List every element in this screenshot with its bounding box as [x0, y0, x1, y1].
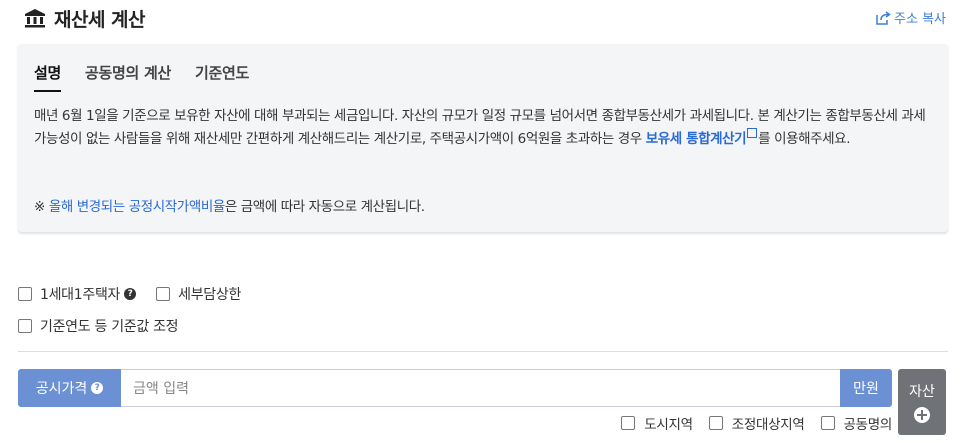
price-label-text: 공시가격 — [35, 381, 88, 397]
info-panel: 설명 공동명의 계산 기준연도 매년 6월 1일을 기준으로 보유한 자산에 대… — [18, 44, 948, 233]
copy-address-label: 주소 복사 — [894, 12, 946, 27]
note-text: ※ 올해 변경되는 공정시작가액비율은 금액에 따라 자동으로 계산됩니다. — [34, 195, 425, 215]
header: 재산세 계산 — [24, 4, 146, 32]
note-suffix: 은 금액에 따라 자동으로 계산됩니다. — [224, 199, 425, 215]
copy-address-link[interactable]: 주소 복사 — [875, 8, 946, 27]
tax-burden-cap-label: 세부담상한 — [178, 287, 242, 303]
checkbox-box[interactable] — [621, 416, 636, 430]
help-icon[interactable]: ? — [124, 288, 137, 300]
one-house-label: 1세대1주택자 — [40, 287, 121, 303]
joint-ownership-label: 공동명의 — [843, 417, 893, 433]
checkbox-box[interactable] — [708, 416, 723, 430]
urban-area-checkbox[interactable]: 도시지역 — [621, 413, 693, 433]
checkbox-box[interactable] — [18, 319, 32, 333]
page-title: 재산세 계산 — [54, 8, 146, 31]
fair-market-ratio-link[interactable]: 올해 변경되는 공정시작가액비율 — [49, 199, 225, 215]
holding-tax-calculator-label: 보유세 통합계산기 — [645, 131, 747, 147]
add-asset-button[interactable]: 자산 — [898, 369, 946, 435]
info-tabs: 설명 공동명의 계산 기준연도 — [34, 62, 273, 92]
note-prefix: ※ — [34, 199, 49, 215]
checkbox-box[interactable] — [820, 416, 835, 430]
options-row: 1세대1주택자 ? 세부담상한 — [18, 284, 261, 304]
description-part2: 를 이용해주세요. — [758, 131, 851, 147]
asset-options-row: 도시지역 조정대상지역 공동명의 — [605, 413, 892, 433]
external-link-icon — [747, 128, 758, 138]
share-icon — [876, 10, 891, 25]
tab-joint-ownership[interactable]: 공동명의 계산 — [85, 62, 171, 92]
base-year-adjust-label: 기준연도 등 기준값 조정 — [40, 319, 179, 335]
checkbox-box[interactable] — [156, 287, 171, 301]
urban-area-label: 도시지역 — [644, 417, 693, 433]
regulated-area-label: 조정대상지역 — [731, 417, 805, 433]
options-row-2: 기준연도 등 기준값 조정 — [18, 316, 179, 336]
base-year-adjust-checkbox[interactable]: 기준연도 등 기준값 조정 — [18, 316, 179, 336]
tax-burden-cap-checkbox[interactable]: 세부담상한 — [156, 284, 241, 304]
bank-icon — [25, 9, 45, 28]
description-text: 매년 6월 1일을 기준으로 보유한 자산에 대해 부과되는 세금입니다. 자산… — [34, 105, 934, 151]
add-asset-label: 자산 — [909, 384, 935, 400]
price-input[interactable]: 금액 입력 — [121, 369, 840, 407]
joint-ownership-checkbox[interactable]: 공동명의 — [820, 413, 893, 433]
help-icon[interactable]: ? — [91, 382, 104, 394]
price-label: 공시가격 ? — [18, 369, 121, 407]
plus-circle-icon — [914, 407, 930, 423]
checkbox-box[interactable] — [18, 287, 32, 301]
one-house-checkbox[interactable]: 1세대1주택자 ? — [18, 284, 137, 304]
holding-tax-calculator-link[interactable]: 보유세 통합계산기 — [645, 128, 758, 147]
tab-base-year[interactable]: 기준연도 — [195, 62, 249, 92]
divider — [18, 351, 948, 352]
tab-description[interactable]: 설명 — [34, 62, 61, 92]
regulated-area-checkbox[interactable]: 조정대상지역 — [708, 413, 805, 433]
unit-label: 만원 — [840, 369, 892, 407]
price-input-group: 공시가격 ? 금액 입력 만원 — [18, 369, 892, 407]
